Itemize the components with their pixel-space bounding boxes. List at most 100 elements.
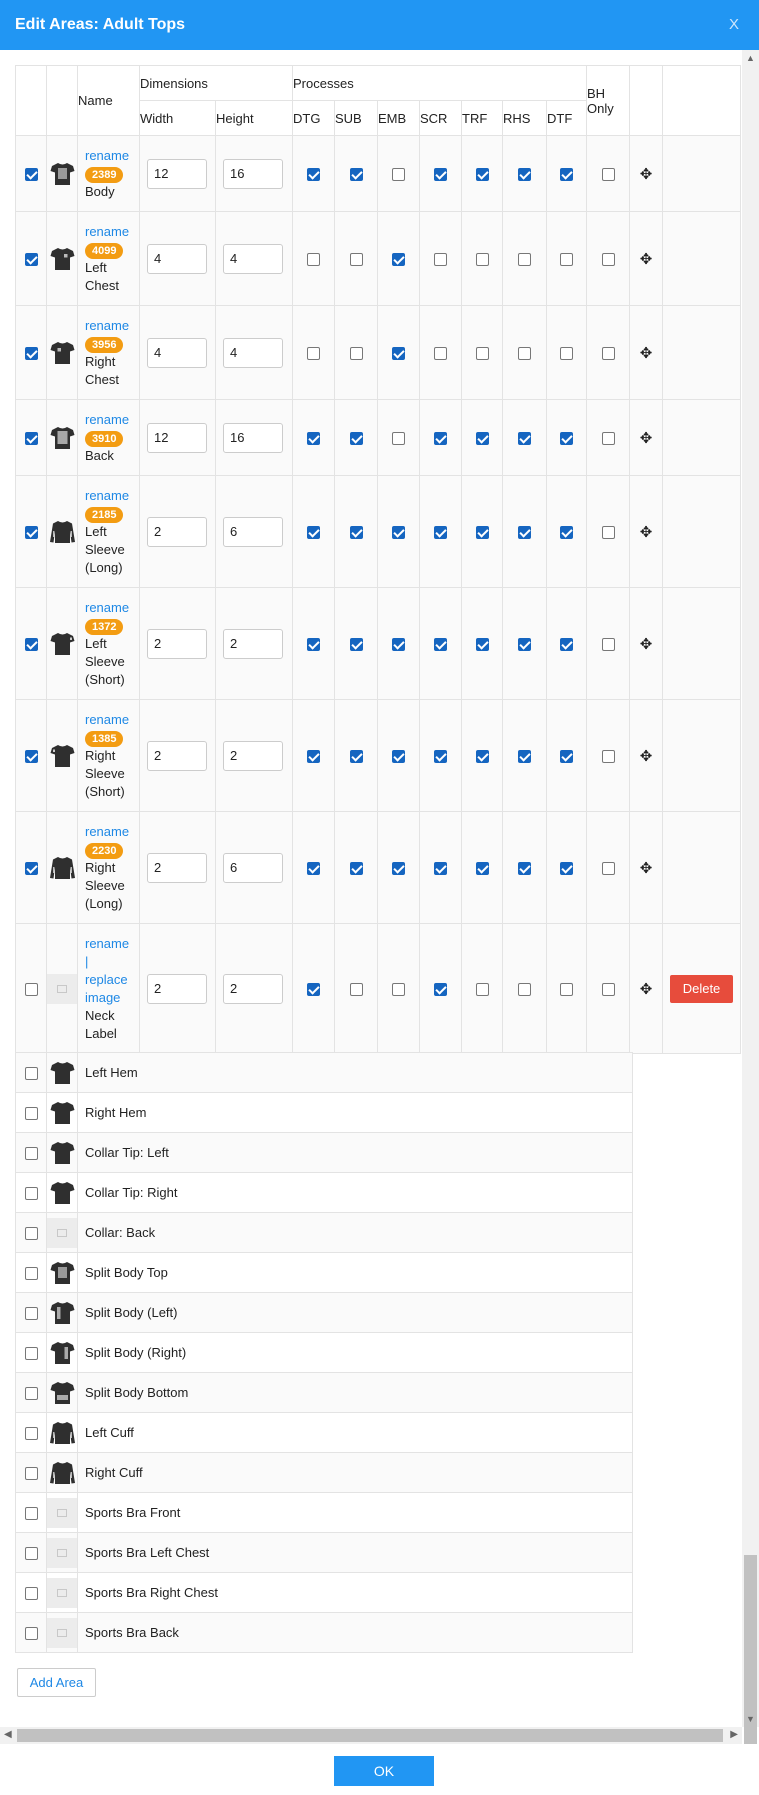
- height-input[interactable]: [223, 337, 283, 368]
- process-checkbox-trf[interactable]: [475, 526, 489, 540]
- available-area-checkbox[interactable]: [24, 1467, 38, 1481]
- available-area-checkbox[interactable]: [24, 1387, 38, 1401]
- process-checkbox-emb[interactable]: [392, 862, 405, 876]
- bh-only-checkbox[interactable]: [601, 253, 615, 267]
- process-checkbox-emb[interactable]: [392, 253, 405, 267]
- process-checkbox-trf[interactable]: [475, 347, 489, 361]
- process-checkbox-dtg[interactable]: [307, 168, 320, 182]
- process-checkbox-rhs[interactable]: [518, 750, 531, 764]
- drag-move-icon[interactable]: ✥: [640, 345, 653, 362]
- process-checkbox-sub[interactable]: [349, 432, 363, 446]
- bh-only-checkbox[interactable]: [601, 347, 615, 361]
- process-checkbox-scr[interactable]: [434, 750, 447, 764]
- delete-button[interactable]: Delete: [669, 974, 734, 1003]
- process-checkbox-scr[interactable]: [434, 983, 447, 997]
- width-input[interactable]: [147, 740, 207, 771]
- process-checkbox-rhs[interactable]: [518, 862, 531, 876]
- rename-link[interactable]: rename: [85, 224, 129, 239]
- process-checkbox-dtf[interactable]: [560, 862, 573, 876]
- process-checkbox-sub[interactable]: [349, 750, 363, 764]
- bh-only-checkbox[interactable]: [601, 638, 615, 652]
- process-checkbox-dtf[interactable]: [560, 750, 573, 764]
- available-area-checkbox[interactable]: [24, 1627, 38, 1641]
- process-checkbox-scr[interactable]: [434, 862, 447, 876]
- drag-move-icon[interactable]: ✥: [640, 981, 653, 998]
- area-select-checkbox[interactable]: [24, 638, 38, 652]
- process-checkbox-emb[interactable]: [392, 638, 405, 652]
- available-area-checkbox[interactable]: [24, 1227, 38, 1241]
- height-input[interactable]: [223, 852, 283, 883]
- width-input[interactable]: [147, 516, 207, 547]
- rename-link[interactable]: rename: [85, 936, 129, 951]
- rename-link[interactable]: rename: [85, 412, 129, 427]
- area-select-checkbox[interactable]: [24, 862, 38, 876]
- process-checkbox-rhs[interactable]: [518, 638, 531, 652]
- process-checkbox-rhs[interactable]: [518, 347, 531, 361]
- process-checkbox-emb[interactable]: [392, 750, 405, 764]
- process-checkbox-dtg[interactable]: [307, 253, 320, 267]
- process-checkbox-dtg[interactable]: [307, 750, 320, 764]
- height-input[interactable]: [223, 740, 283, 771]
- available-area-checkbox[interactable]: [24, 1307, 38, 1321]
- rename-link[interactable]: rename: [85, 148, 129, 163]
- area-select-checkbox[interactable]: [24, 983, 38, 997]
- height-input[interactable]: [223, 158, 283, 189]
- process-checkbox-dtf[interactable]: [560, 347, 573, 361]
- process-checkbox-dtg[interactable]: [307, 526, 320, 540]
- process-checkbox-emb[interactable]: [392, 168, 405, 182]
- height-input[interactable]: [223, 243, 283, 274]
- bh-only-checkbox[interactable]: [601, 862, 615, 876]
- bh-only-checkbox[interactable]: [601, 983, 615, 997]
- bh-only-checkbox[interactable]: [601, 750, 615, 764]
- drag-move-icon[interactable]: ✥: [640, 860, 653, 877]
- process-checkbox-trf[interactable]: [475, 432, 489, 446]
- bh-only-checkbox[interactable]: [601, 168, 615, 182]
- process-checkbox-emb[interactable]: [392, 347, 405, 361]
- available-area-checkbox[interactable]: [24, 1147, 38, 1161]
- area-select-checkbox[interactable]: [24, 526, 38, 540]
- vertical-scrollbar[interactable]: ▲ ▼: [742, 50, 759, 1755]
- area-select-checkbox[interactable]: [24, 168, 38, 182]
- process-checkbox-scr[interactable]: [434, 168, 447, 182]
- process-checkbox-dtf[interactable]: [560, 432, 573, 446]
- available-area-checkbox[interactable]: [24, 1107, 38, 1121]
- process-checkbox-dtf[interactable]: [560, 983, 573, 997]
- process-checkbox-emb[interactable]: [392, 983, 405, 997]
- process-checkbox-sub[interactable]: [349, 638, 363, 652]
- drag-move-icon[interactable]: ✥: [640, 166, 653, 183]
- process-checkbox-emb[interactable]: [392, 526, 405, 540]
- drag-move-icon[interactable]: ✥: [640, 251, 653, 268]
- horizontal-scroll-thumb[interactable]: [17, 1729, 723, 1742]
- process-checkbox-scr[interactable]: [434, 432, 447, 446]
- process-checkbox-trf[interactable]: [475, 750, 489, 764]
- process-checkbox-sub[interactable]: [349, 862, 363, 876]
- scroll-right-arrow-icon[interactable]: ▶: [730, 1729, 738, 1740]
- process-checkbox-trf[interactable]: [475, 253, 489, 267]
- ok-button[interactable]: OK: [334, 1756, 434, 1786]
- horizontal-scrollbar[interactable]: ◀ ▶: [0, 1727, 742, 1744]
- rename-link[interactable]: rename: [85, 600, 129, 615]
- width-input[interactable]: [147, 337, 207, 368]
- available-area-checkbox[interactable]: [24, 1547, 38, 1561]
- drag-move-icon[interactable]: ✥: [640, 636, 653, 653]
- close-button[interactable]: X: [729, 16, 739, 33]
- width-input[interactable]: [147, 973, 207, 1004]
- height-input[interactable]: [223, 628, 283, 659]
- process-checkbox-dtf[interactable]: [560, 253, 573, 267]
- drag-move-icon[interactable]: ✥: [640, 430, 653, 447]
- rename-link[interactable]: rename: [85, 488, 129, 503]
- height-input[interactable]: [223, 422, 283, 453]
- process-checkbox-dtf[interactable]: [560, 168, 573, 182]
- vertical-scroll-thumb[interactable]: [744, 1555, 757, 1755]
- process-checkbox-sub[interactable]: [349, 168, 363, 182]
- process-checkbox-sub[interactable]: [349, 253, 363, 267]
- available-area-checkbox[interactable]: [24, 1507, 38, 1521]
- height-input[interactable]: [223, 973, 283, 1004]
- process-checkbox-scr[interactable]: [434, 638, 447, 652]
- drag-move-icon[interactable]: ✥: [640, 524, 653, 541]
- process-checkbox-rhs[interactable]: [518, 983, 531, 997]
- add-area-button[interactable]: Add Area: [17, 1668, 96, 1697]
- available-area-checkbox[interactable]: [24, 1587, 38, 1601]
- process-checkbox-scr[interactable]: [434, 347, 447, 361]
- width-input[interactable]: [147, 852, 207, 883]
